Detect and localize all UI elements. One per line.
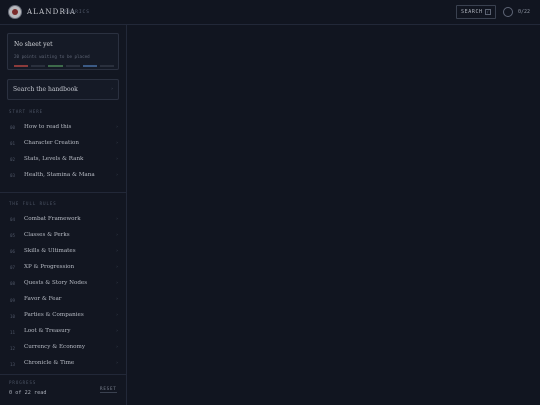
sheet-title: No sheet yet: [14, 41, 53, 48]
sidebar-item[interactable]: 05 Classes & Perks ›: [0, 227, 126, 243]
chevron-right-icon: ›: [116, 312, 118, 319]
chevron-right-icon: ›: [116, 328, 118, 335]
chevron-right-icon: ›: [116, 215, 118, 222]
sidebar-item[interactable]: 10 Parties & Companies ›: [0, 308, 126, 324]
progress-ring-icon: [503, 7, 513, 17]
sidebar-item[interactable]: 06 Skills & Ultimates ›: [0, 243, 126, 259]
sidebar-item[interactable]: 01 Character Creation ›: [0, 135, 126, 151]
chevron-right-icon: ›: [116, 155, 118, 162]
sidebar-item-label: How to read this: [24, 123, 72, 130]
sidebar-item-label: Character Creation: [24, 139, 79, 146]
sidebar-item-label: Skills & Ultimates: [24, 247, 76, 254]
stat-bar: [48, 65, 63, 67]
sheet-card[interactable]: No sheet yet 20 points waiting to be pla…: [7, 33, 119, 70]
sidebar-item-label: Currency & Economy: [24, 344, 85, 351]
sidebar-item-number: 10: [10, 313, 16, 319]
chevron-right-icon: ›: [116, 360, 118, 367]
chevron-right-icon: ›: [116, 231, 118, 238]
chevron-right-icon: ›: [116, 139, 118, 146]
sidebar-item-label: Combat Framework: [24, 215, 81, 222]
sidebar-item-number: 00: [10, 125, 16, 130]
sidebar-item[interactable]: 08 Quests & Story Nodes ›: [0, 275, 126, 291]
sidebar-item-number: 11: [10, 329, 16, 335]
chevron-right-icon: ›: [116, 296, 118, 302]
sidebar-item-label: Favor & Fear: [24, 296, 62, 302]
sidebar-item[interactable]: 11 Loot & Treasury ›: [0, 324, 126, 340]
sheet-subtitle: 20 points waiting to be placed: [14, 54, 90, 59]
sidebar-item-number: 05: [10, 233, 16, 239]
sidebar-item-label: Health, Stamina & Mana: [24, 171, 95, 178]
search-button-label: SEARCH: [461, 9, 483, 15]
handbook-search[interactable]: Search the handbook ›: [7, 79, 119, 100]
search-button[interactable]: SEARCH /: [456, 5, 496, 19]
sidebar-item-label: Chronicle & Time: [24, 360, 75, 367]
sidebar-item-number: 03: [10, 173, 16, 179]
sidebar-item-label: XP & Progression: [24, 263, 75, 270]
sidebar-item[interactable]: 00 How to read this ›: [0, 119, 126, 135]
chevron-right-icon: ›: [116, 123, 118, 130]
sidebar-item-number: 07: [10, 265, 16, 271]
section-full-rules: THE FULL RULES: [9, 201, 57, 206]
stat-bar: [65, 65, 80, 67]
stat-bar: [14, 65, 29, 67]
sheet-stat-bars: [14, 65, 115, 67]
sidebar-item-number: 08: [10, 281, 16, 287]
sidebar: No sheet yet 20 points waiting to be pla…: [0, 25, 127, 405]
divider: [0, 374, 126, 375]
sidebar-item[interactable]: 02 Stats, Levels & Rank ›: [0, 151, 126, 167]
sidebar-item-number: 12: [10, 345, 16, 351]
progress-label: PROGRESS: [9, 380, 37, 385]
top-bar: ALANDRIA RUBRICS SEARCH / 0/22: [0, 0, 540, 25]
sidebar-item-label: Loot & Treasury: [24, 328, 71, 335]
sidebar-item[interactable]: 07 XP & Progression ›: [0, 259, 126, 275]
sidebar-item-label: Classes & Perks: [24, 231, 70, 238]
sidebar-item-number: 01: [10, 141, 16, 147]
sidebar-item[interactable]: 13 Chronicle & Time ›: [0, 356, 126, 372]
sidebar-item-label: Quests & Story Nodes: [24, 279, 88, 286]
sidebar-item-label: Parties & Companies: [24, 312, 84, 319]
chevron-right-icon: ›: [116, 171, 118, 178]
sidebar-item-number: 02: [10, 157, 16, 163]
seal-icon: [8, 5, 22, 19]
read-counter: 0/22: [518, 9, 531, 15]
sidebar-item-label: Stats, Levels & Rank: [24, 155, 84, 162]
shortcut-key-icon: /: [485, 9, 491, 15]
progress-value: 0 of 22 read: [9, 390, 47, 396]
chevron-right-icon: ›: [116, 279, 118, 286]
divider: [0, 192, 126, 193]
chevron-right-icon: ›: [111, 86, 113, 92]
sidebar-item[interactable]: 04 Combat Framework ›: [0, 211, 126, 227]
sidebar-item-number: 04: [10, 217, 16, 222]
main-content: [128, 26, 540, 405]
sidebar-item[interactable]: 03 Health, Stamina & Mana ›: [0, 167, 126, 183]
sidebar-item-number: 13: [10, 361, 16, 367]
brand-subtitle: RUBRICS: [64, 9, 90, 15]
sidebar-item[interactable]: 09 Favor & Fear ›: [0, 292, 126, 308]
chevron-right-icon: ›: [116, 344, 118, 351]
stat-bar: [82, 65, 97, 67]
stat-bar: [99, 65, 115, 67]
sidebar-item-number: 06: [10, 249, 16, 255]
chevron-right-icon: ›: [116, 263, 118, 270]
handbook-search-label: Search the handbook: [13, 86, 78, 93]
sidebar-item-number: 09: [10, 297, 16, 303]
sidebar-item[interactable]: 12 Currency & Economy ›: [0, 340, 126, 356]
chevron-right-icon: ›: [116, 247, 118, 254]
stat-bar: [31, 65, 46, 67]
section-start-here: START HERE: [9, 109, 44, 114]
reset-button[interactable]: RESET: [100, 386, 117, 393]
